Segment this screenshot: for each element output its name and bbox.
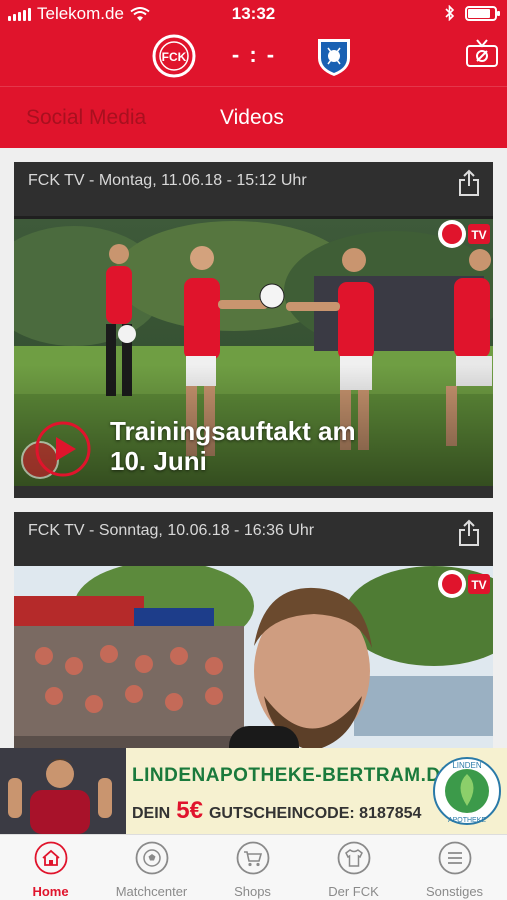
- video-card[interactable]: FCK TV - Sonntag, 10.06.18 - 16:36 Uhr T…: [14, 512, 493, 748]
- video-thumbnail[interactable]: TV TV: [14, 566, 493, 748]
- battery-icon: [465, 5, 500, 21]
- svg-text:TV: TV: [471, 228, 486, 242]
- card-header: FCK TV - Montag, 11.06.18 - 15:12 Uhr: [14, 162, 493, 202]
- video-card[interactable]: FCK TV - Montag, 11.06.18 - 15:12 Uhr TV…: [14, 162, 493, 498]
- ad-player-image: [0, 748, 126, 834]
- shirt-icon: [337, 841, 370, 875]
- svg-text:TV: TV: [471, 578, 486, 592]
- bluetooth-icon: [445, 5, 455, 21]
- ad-banner[interactable]: LINDENAPOTHEKE-BERTRAM.DE DEIN 5€ GUTSCH…: [0, 748, 507, 834]
- pharmacy-seal-icon: LINDEN APOTHEKE: [433, 757, 501, 825]
- home-icon: [34, 841, 67, 875]
- nav-der-fck[interactable]: Der FCK: [303, 841, 404, 899]
- football-icon: [135, 841, 168, 875]
- video-feed[interactable]: FCK TV - Montag, 11.06.18 - 15:12 Uhr TV…: [0, 148, 507, 748]
- interview-scene: TV TV: [14, 566, 493, 748]
- nav-shops[interactable]: Shops: [202, 841, 303, 899]
- cart-icon: [236, 841, 269, 875]
- nav-home[interactable]: Home: [0, 841, 101, 899]
- status-bar: Telekom.de 13:32: [0, 0, 507, 28]
- bottom-navigation: Home Matchcenter Shops Der FCK Sonstiges: [0, 834, 507, 900]
- hoffenheim-crest-icon[interactable]: [312, 34, 356, 78]
- live-tv-icon[interactable]: [465, 38, 499, 68]
- share-icon[interactable]: [457, 519, 481, 547]
- nav-sonstiges[interactable]: Sonstiges: [404, 841, 505, 899]
- fck-crest-icon[interactable]: FCK: [152, 34, 196, 78]
- video-meta: FCK TV - Sonntag, 10.06.18 - 16:36 Uhr: [28, 522, 315, 539]
- video-thumbnail[interactable]: TV Trainingsauftakt am 10. Juni: [14, 216, 493, 486]
- svg-text:APOTHEKE: APOTHEKE: [448, 817, 486, 824]
- clock: 13:32: [231, 4, 276, 23]
- svg-text:FCK: FCK: [162, 50, 187, 64]
- menu-icon: [438, 841, 471, 875]
- tab-videos[interactable]: Videos: [220, 87, 284, 149]
- play-icon[interactable]: [34, 420, 92, 478]
- video-title: Trainingsauftakt am 10. Juni: [110, 416, 356, 476]
- match-score: - : -: [231, 42, 277, 67]
- ad-voucher: DEIN 5€ GUTSCHEINCODE: 8187854: [132, 797, 422, 824]
- video-meta: FCK TV - Montag, 11.06.18 - 15:12 Uhr: [28, 172, 307, 189]
- content-tabs: Social Media Videos: [0, 86, 507, 148]
- match-header: FCK - : -: [0, 28, 507, 86]
- card-header: FCK TV - Sonntag, 10.06.18 - 16:36 Uhr: [14, 512, 493, 552]
- share-icon[interactable]: [457, 169, 481, 197]
- svg-text:LINDEN: LINDEN: [452, 761, 482, 770]
- ad-headline: LINDENAPOTHEKE-BERTRAM.DE: [132, 765, 454, 786]
- nav-matchcenter[interactable]: Matchcenter: [101, 841, 202, 899]
- tab-social-media[interactable]: Social Media: [26, 87, 146, 149]
